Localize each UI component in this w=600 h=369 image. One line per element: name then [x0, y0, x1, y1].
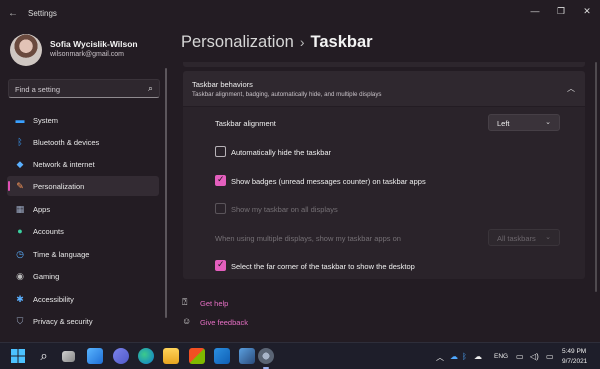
- brush-icon: ✎: [16, 181, 24, 191]
- sidebar-item-label: Bluetooth & devices: [33, 138, 100, 147]
- chevron-up-icon[interactable]: ︿: [436, 352, 444, 363]
- start-icon[interactable]: [10, 348, 26, 364]
- multi-display-label: When using multiple displays, show my ta…: [215, 234, 401, 243]
- back-button[interactable]: ←: [6, 7, 20, 21]
- settings-window: ← Settings — ❐ ✕ Sofia Wycislik-Wilson w…: [0, 0, 600, 342]
- gamepad-icon: ◉: [16, 271, 24, 281]
- sidebar-item-accounts[interactable]: ● Accounts: [7, 221, 159, 241]
- breadcrumb-parent[interactable]: Personalization: [181, 33, 294, 51]
- user-email: wilsonmark@gmail.com: [50, 51, 125, 58]
- autohide-label: Automatically hide the taskbar: [231, 148, 332, 157]
- get-help-link[interactable]: Get help: [200, 299, 228, 308]
- volume-icon[interactable]: ◁): [530, 352, 539, 361]
- sidebar-item-label: Personalization: [33, 182, 85, 191]
- network-icon[interactable]: ▭: [516, 352, 524, 361]
- sidebar-item-privacy[interactable]: ⛉ Privacy & security: [7, 311, 159, 331]
- edge-icon[interactable]: [138, 348, 154, 364]
- task-view-icon[interactable]: [62, 351, 75, 362]
- shield-icon: ⛉: [16, 316, 24, 326]
- sidebar: Sofia Wycislik-Wilson wilsonmark@gmail.c…: [0, 28, 168, 342]
- clock-date[interactable]: 9/7/2021: [562, 358, 587, 365]
- sidebar-item-apps[interactable]: ▦ Apps: [7, 199, 159, 219]
- give-feedback-link[interactable]: Give feedback: [200, 318, 248, 327]
- autohide-checkbox[interactable]: [215, 146, 226, 157]
- close-button[interactable]: ✕: [578, 4, 596, 18]
- store-icon[interactable]: [189, 348, 205, 364]
- photos-icon[interactable]: [239, 348, 255, 364]
- person-icon: ●: [17, 226, 23, 236]
- chevron-down-icon: ⌄: [545, 119, 551, 126]
- user-name: Sofia Wycislik-Wilson: [50, 39, 138, 49]
- sidebar-item-time-language[interactable]: ◷ Time & language: [7, 244, 159, 264]
- sidebar-item-label: Apps: [33, 205, 51, 214]
- search-input[interactable]: [15, 84, 135, 94]
- taskbar-behaviors-header[interactable]: Taskbar behaviors Taskbar alignment, bad…: [183, 71, 585, 106]
- badges-label: Show badges (unread messages counter) on…: [231, 177, 426, 186]
- cloud-icon[interactable]: ☁: [474, 352, 482, 361]
- sidebar-item-accessibility[interactable]: ✱ Accessibility: [7, 289, 159, 309]
- chevron-down-icon: ⌄: [545, 234, 551, 241]
- widgets-icon[interactable]: [87, 348, 103, 364]
- accessibility-icon: ✱: [16, 294, 24, 304]
- sidebar-item-label: Accounts: [33, 227, 64, 236]
- sidebar-scrollbar[interactable]: [165, 68, 167, 318]
- breadcrumb-separator: ›: [299, 34, 305, 50]
- mail-icon[interactable]: [214, 348, 230, 364]
- sidebar-item-label: Gaming: [33, 272, 60, 281]
- settings-icon[interactable]: [258, 348, 274, 364]
- section-title: Taskbar behaviors: [192, 80, 253, 89]
- chat-icon[interactable]: [113, 348, 129, 364]
- language-indicator[interactable]: ENG: [494, 353, 508, 360]
- alignment-dropdown[interactable]: Left ⌄: [488, 114, 560, 131]
- sidebar-item-label: Network & internet: [33, 160, 95, 169]
- previous-section-edge: [183, 62, 585, 67]
- help-icon: ⍰: [182, 297, 188, 307]
- multi-display-dropdown[interactable]: All taskbars ⌄: [488, 229, 560, 246]
- title-bar: ← Settings — ❐ ✕: [0, 0, 600, 28]
- avatar[interactable]: [10, 34, 42, 66]
- bluetooth-tray-icon[interactable]: ᛒ: [462, 352, 467, 361]
- app-title: Settings: [28, 9, 57, 18]
- bluetooth-icon: ᛒ: [17, 137, 23, 147]
- battery-icon[interactable]: ▭: [546, 352, 554, 361]
- multi-display-value: All taskbars: [497, 234, 536, 243]
- apps-icon: ▦: [15, 204, 25, 214]
- search-icon[interactable]: ⌕: [36, 348, 52, 364]
- section-subtitle: Taskbar alignment, badging, automaticall…: [192, 91, 382, 98]
- alignment-value: Left: [497, 119, 510, 128]
- all-displays-checkbox[interactable]: [215, 203, 226, 214]
- taskbar-behaviors-body: Taskbar alignment Left ⌄ Automatically h…: [183, 107, 585, 279]
- sidebar-item-label: Privacy & security: [33, 317, 93, 326]
- monitor-icon: ▬: [15, 115, 25, 125]
- far-corner-label: Select the far corner of the taskbar to …: [231, 262, 415, 271]
- globe-clock-icon: ◷: [16, 249, 24, 259]
- sidebar-item-personalization[interactable]: ✎ Personalization: [7, 176, 159, 196]
- search-icon[interactable]: ⌕: [148, 83, 153, 94]
- clock-time[interactable]: 5:49 PM: [562, 348, 586, 355]
- sidebar-item-label: Accessibility: [33, 295, 74, 304]
- all-displays-label: Show my taskbar on all displays: [231, 205, 338, 214]
- chevron-up-icon[interactable]: ︿: [567, 83, 575, 94]
- search-box[interactable]: ⌕: [8, 79, 160, 98]
- page-title: Taskbar: [310, 33, 373, 51]
- onedrive-icon[interactable]: ☁: [450, 352, 458, 361]
- sidebar-item-system[interactable]: ▬ System: [7, 110, 159, 130]
- file-explorer-icon[interactable]: [163, 348, 179, 364]
- wifi-icon: ◆: [16, 159, 24, 169]
- sidebar-item-bluetooth[interactable]: ᛒ Bluetooth & devices: [7, 132, 159, 152]
- breadcrumb: Personalization › Taskbar: [181, 33, 373, 52]
- sidebar-item-label: System: [33, 116, 59, 125]
- main-scrollbar[interactable]: [595, 62, 597, 292]
- sidebar-item-label: Time & language: [33, 250, 90, 259]
- badges-checkbox[interactable]: [215, 174, 226, 186]
- minimize-button[interactable]: —: [526, 4, 544, 18]
- active-indicator: [8, 181, 10, 191]
- sidebar-item-network[interactable]: ◆ Network & internet: [7, 154, 159, 174]
- alignment-label: Taskbar alignment: [215, 119, 276, 128]
- sidebar-item-gaming[interactable]: ◉ Gaming: [7, 266, 159, 286]
- feedback-icon: ☺: [182, 316, 192, 326]
- far-corner-checkbox[interactable]: [215, 259, 226, 271]
- taskbar: ⌕ ︿ ☁ ᛒ ☁ ENG ▭ ◁) ▭ 5:49 PM 9/7/2021: [0, 342, 600, 369]
- maximize-button[interactable]: ❐: [552, 4, 570, 18]
